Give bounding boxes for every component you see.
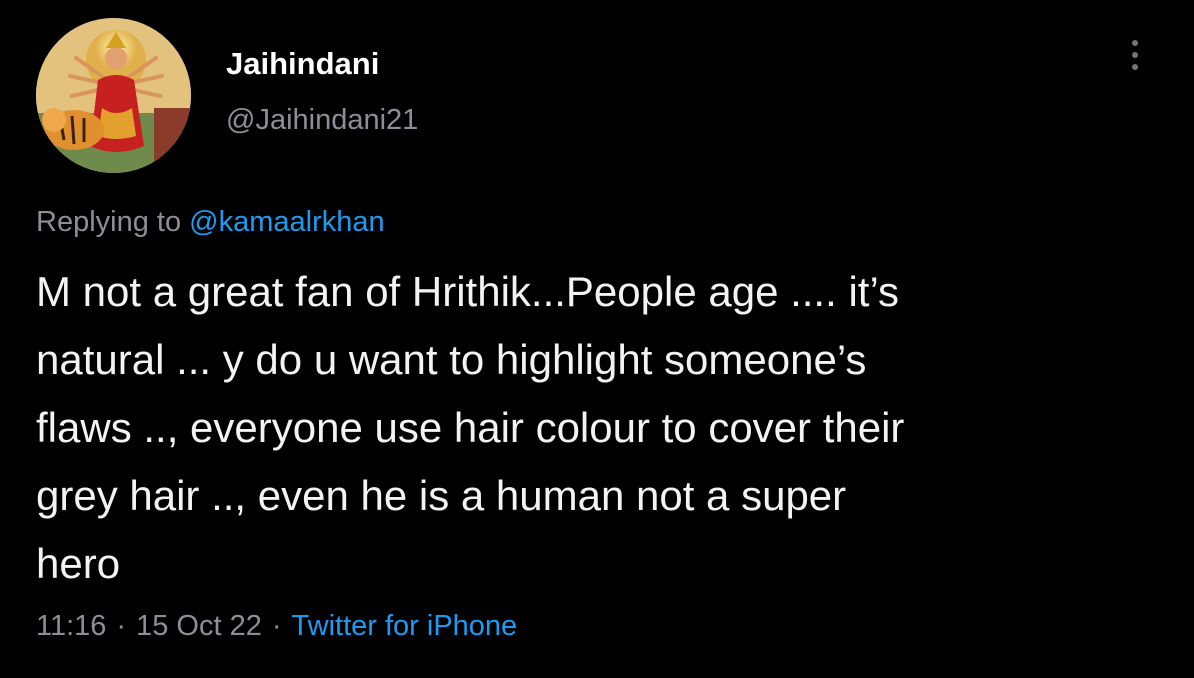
- replying-to-line: Replying to @kamaalrkhan: [36, 206, 385, 239]
- display-name[interactable]: Jaihindani: [226, 46, 379, 82]
- meta-separator: ·: [116, 610, 127, 642]
- reply-mention-link[interactable]: @kamaalrkhan: [189, 206, 384, 238]
- tweet-text: M not a great fan of Hrithik...People ag…: [36, 268, 905, 587]
- tweet-date[interactable]: 15 Oct 22: [136, 610, 262, 642]
- tweet-time[interactable]: 11:16: [36, 610, 106, 642]
- meta-separator: ·: [271, 610, 282, 642]
- tweet-card: Jaihindani @Jaihindani21 Replying to @ka…: [0, 0, 1194, 678]
- tweet-source-link[interactable]: Twitter for iPhone: [292, 610, 518, 642]
- vertical-ellipsis-icon[interactable]: [1128, 40, 1142, 80]
- avatar[interactable]: [36, 18, 191, 173]
- avatar-image: [36, 18, 191, 173]
- replying-to-label: Replying to: [36, 206, 190, 238]
- tweet-metadata: 11:16 · 15 Oct 22 · Twitter for iPhone: [36, 610, 517, 643]
- user-handle[interactable]: @Jaihindani21: [226, 104, 418, 137]
